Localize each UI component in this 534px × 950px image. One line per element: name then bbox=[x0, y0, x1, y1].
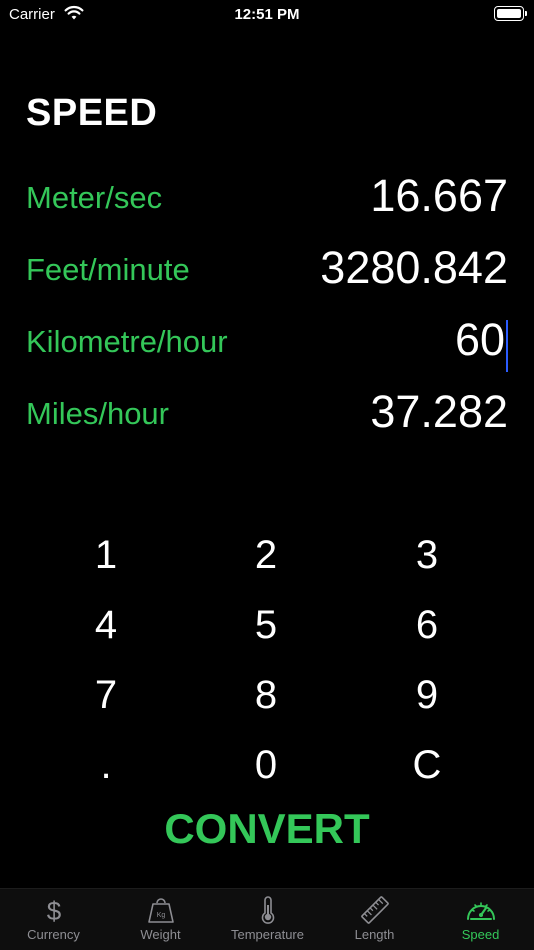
tab-label: Speed bbox=[461, 927, 500, 942]
dollar-icon: $ bbox=[46, 896, 61, 925]
tab-speed[interactable]: Speed bbox=[427, 895, 534, 950]
key-6[interactable]: 6 bbox=[367, 595, 487, 655]
tab-currency[interactable]: $ Currency bbox=[0, 895, 107, 950]
keypad-row: 1 2 3 bbox=[26, 525, 508, 595]
key-3[interactable]: 3 bbox=[367, 525, 487, 585]
svg-text:Kg: Kg bbox=[156, 912, 165, 919]
unit-value-field[interactable]: 16.667 bbox=[370, 170, 508, 222]
keypad-row: 7 8 9 bbox=[26, 665, 508, 735]
tab-temperature[interactable]: Temperature bbox=[214, 895, 321, 950]
unit-label: Kilometre/hour bbox=[26, 324, 228, 359]
status-time: 12:51 PM bbox=[234, 6, 300, 23]
speedometer-icon bbox=[466, 902, 495, 920]
keypad-row: 4 5 6 bbox=[26, 595, 508, 665]
key-decimal[interactable]: . bbox=[46, 735, 166, 795]
text-caret bbox=[506, 320, 508, 372]
unit-value-field[interactable]: 37.282 bbox=[370, 386, 508, 438]
tab-label: Temperature bbox=[231, 927, 304, 942]
key-5[interactable]: 5 bbox=[206, 595, 326, 655]
key-4[interactable]: 4 bbox=[46, 595, 166, 655]
unit-label: Meter/sec bbox=[26, 180, 163, 215]
conversion-row-meter-sec[interactable]: Meter/sec 16.667 bbox=[26, 170, 508, 224]
battery-icon bbox=[494, 6, 527, 21]
unit-label: Feet/minute bbox=[26, 252, 190, 287]
key-clear[interactable]: C bbox=[367, 735, 487, 795]
thermometer-icon bbox=[261, 896, 274, 924]
page-title: SPEED bbox=[26, 92, 158, 134]
key-1[interactable]: 1 bbox=[46, 525, 166, 585]
weight-icon: Kg bbox=[147, 898, 174, 923]
unit-value-field-active[interactable]: 60 bbox=[454, 314, 508, 372]
key-7[interactable]: 7 bbox=[46, 665, 166, 725]
key-9[interactable]: 9 bbox=[367, 665, 487, 725]
tab-length[interactable]: Length bbox=[321, 895, 428, 950]
tab-label: Weight bbox=[140, 927, 181, 942]
keypad-row: . 0 C bbox=[26, 735, 508, 805]
unit-value-field[interactable]: 3280.842 bbox=[320, 242, 508, 294]
active-value-text: 60 bbox=[454, 314, 505, 365]
key-2[interactable]: 2 bbox=[206, 525, 326, 585]
conversion-row-feet-minute[interactable]: Feet/minute 3280.842 bbox=[26, 242, 508, 296]
svg-text:$: $ bbox=[46, 896, 61, 925]
key-8[interactable]: 8 bbox=[206, 665, 326, 725]
ruler-icon bbox=[360, 896, 389, 924]
tab-label: Length bbox=[354, 927, 395, 942]
key-0[interactable]: 0 bbox=[206, 735, 326, 795]
conversion-row-miles-hour[interactable]: Miles/hour 37.282 bbox=[26, 386, 508, 440]
unit-label: Miles/hour bbox=[26, 396, 169, 431]
status-bar: Carrier 12:51 PM bbox=[0, 0, 534, 30]
convert-button[interactable]: CONVERT bbox=[0, 805, 534, 853]
conversion-row-kilometre-hour[interactable]: Kilometre/hour 60 bbox=[26, 314, 508, 372]
tab-label: Currency bbox=[27, 927, 80, 942]
keypad: 1 2 3 4 5 6 7 8 9 . 0 C bbox=[26, 525, 508, 805]
tab-weight[interactable]: Kg Weight bbox=[107, 895, 214, 950]
tab-bar: $ Currency Kg Weight Temperature Length bbox=[0, 888, 534, 950]
